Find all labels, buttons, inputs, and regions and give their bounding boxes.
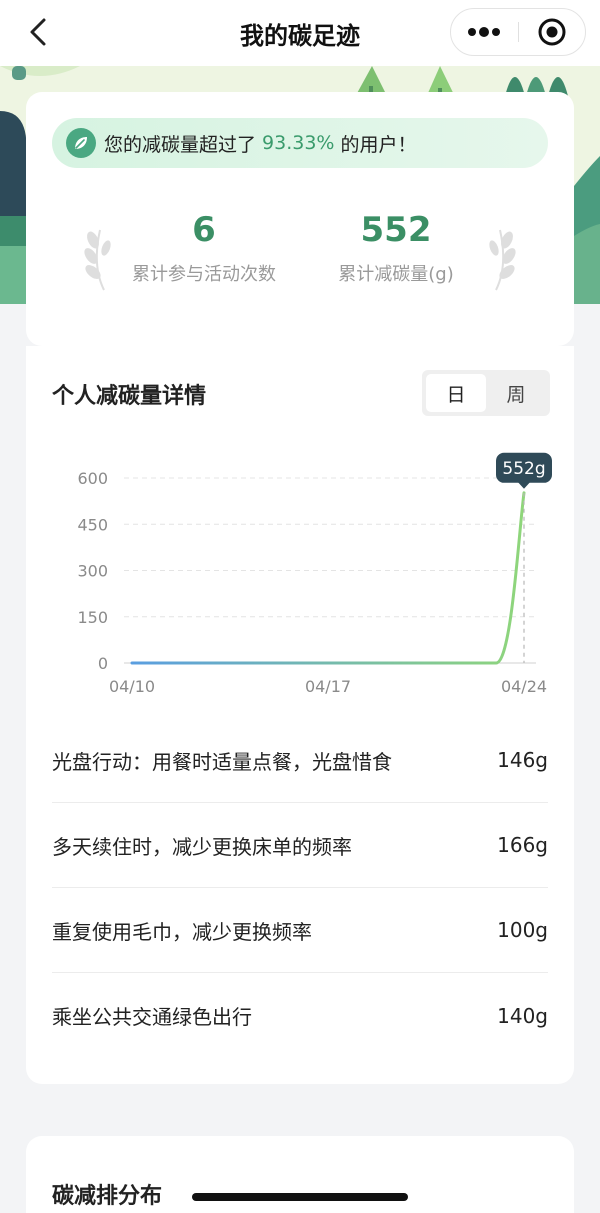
more-button[interactable] xyxy=(451,9,518,55)
leaf-icon xyxy=(66,128,96,158)
carbon-line-chart: 0 150 300 450 600 04/10 04/17 04/24 552g xyxy=(77,452,552,696)
list-item: 重复使用毛巾，减少更换频率 100g xyxy=(52,888,548,973)
section-title: 碳减排分布 xyxy=(52,1184,163,1209)
data-label: 552g xyxy=(502,459,545,479)
close-mini-program-button[interactable] xyxy=(519,9,586,55)
activity-name: 多天续住时，减少更换床单的频率 xyxy=(52,834,352,859)
more-dots-icon xyxy=(468,27,501,37)
banner-prefix: 您的减碳量超过了 xyxy=(104,133,257,156)
banner-suffix: 的用户！ xyxy=(340,133,417,156)
y-tick-label: 150 xyxy=(77,608,108,627)
record-target-icon xyxy=(538,18,566,46)
stat-label: 累计参与活动次数 xyxy=(132,264,276,285)
banner-percent: 93.33% xyxy=(262,132,335,154)
activity-value: 140g xyxy=(497,1003,548,1028)
list-item: 光盘行动：用餐时适量点餐，光盘惜食 146g xyxy=(52,718,548,803)
activity-value: 146g xyxy=(497,748,548,772)
x-tick-label: 04/10 xyxy=(109,677,155,696)
stat-label: 累计减碳量(g) xyxy=(338,264,454,285)
x-tick-label: 04/24 xyxy=(501,677,547,696)
stat-value: 552 xyxy=(360,210,432,250)
activity-value: 100g xyxy=(497,918,548,942)
activity-list: 光盘行动：用餐时适量点餐，光盘惜食 146g 多天续住时，减少更换床单的频率 1… xyxy=(52,718,548,1058)
mini-program-capsule xyxy=(450,8,586,56)
nav-bar: 我的碳足迹 xyxy=(0,0,600,66)
y-tick-label: 300 xyxy=(77,562,108,581)
list-item: 多天续住时，减少更换床单的频率 166g xyxy=(52,803,548,888)
toggle-week[interactable]: 周 xyxy=(486,374,546,412)
period-toggle: 日 周 xyxy=(422,370,550,416)
activity-name: 重复使用毛巾，减少更换频率 xyxy=(52,919,312,944)
toggle-day[interactable]: 日 xyxy=(426,374,486,412)
y-tick-label: 0 xyxy=(98,654,108,673)
y-tick-label: 600 xyxy=(77,469,108,488)
activity-name: 乘坐公共交通绿色出行 xyxy=(52,1005,252,1029)
section-title: 个人减碳量详情 xyxy=(52,384,207,409)
series-line xyxy=(130,491,526,665)
activity-value: 166g xyxy=(497,833,548,857)
stat-value: 6 xyxy=(192,210,216,250)
x-tick-label: 04/17 xyxy=(305,677,351,696)
rank-banner: 您的减碳量超过了 93.33% 的用户！ xyxy=(52,118,548,168)
stat-activity-count: 6 累计参与活动次数 xyxy=(104,208,304,286)
ranking-card: 碳减排分布 xyxy=(26,1136,574,1213)
detail-card: 个人减碳量详情 日 周 0 150 300 450 600 04/10 04/17 04/24… xyxy=(26,346,574,1084)
y-tick-label: 450 xyxy=(77,515,108,534)
stat-carbon-total: 552 累计减碳量(g) xyxy=(296,208,496,286)
activity-name: 光盘行动：用餐时适量点餐，光盘惜食 xyxy=(52,749,392,774)
summary-card: 您的减碳量超过了 93.33% 的用户！ 6 累计参与活动次数 552 累计减碳… xyxy=(26,92,574,346)
list-item: 乘坐公共交通绿色出行 140g xyxy=(52,973,548,1058)
tooltip-pointer xyxy=(518,482,530,489)
home-indicator xyxy=(192,1193,408,1201)
